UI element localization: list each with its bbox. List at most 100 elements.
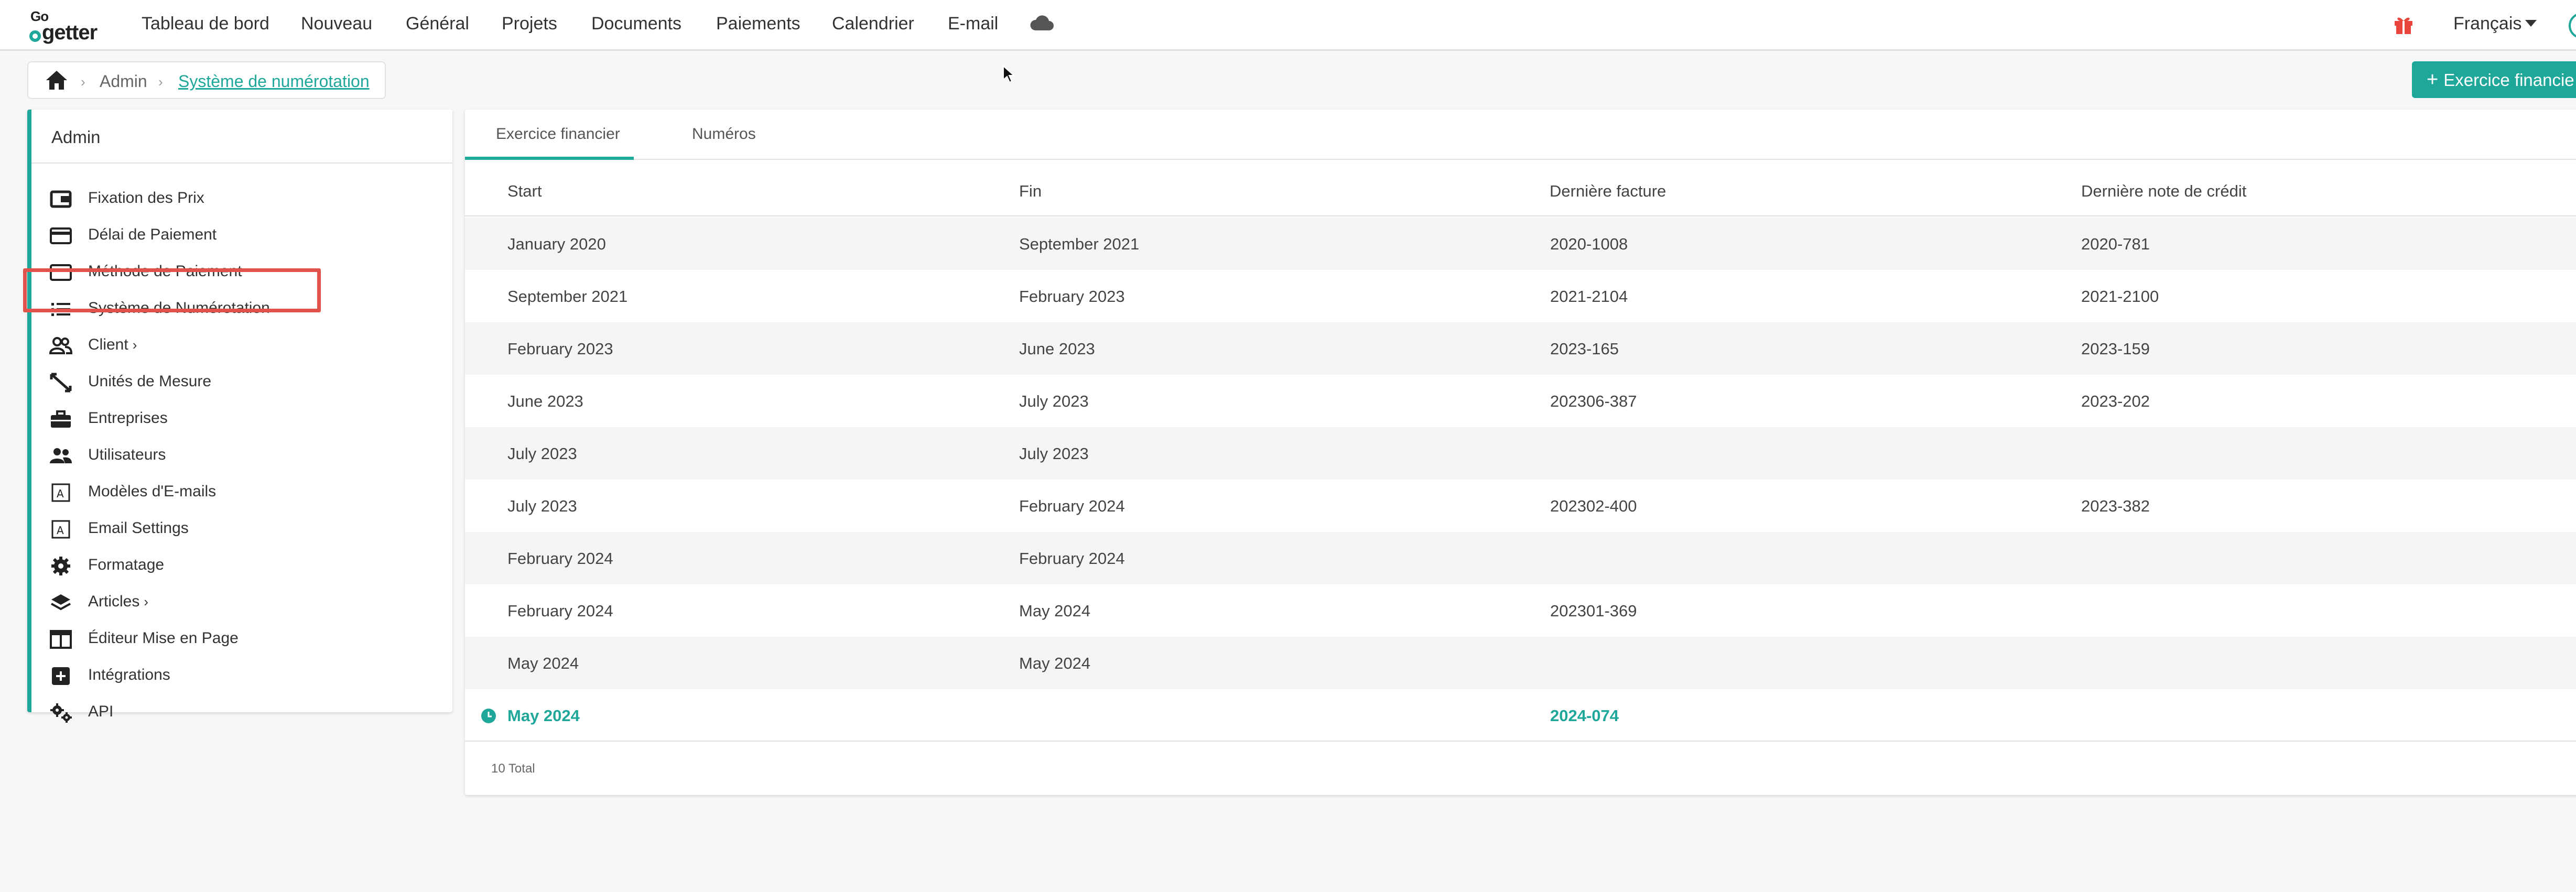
breadcrumb-current[interactable]: Système de numérotation — [178, 72, 370, 91]
table-row[interactable]: September 2021 February 2023 2021-2104 2… — [465, 270, 2576, 322]
tab-fiscal-year[interactable]: Exercice financier — [496, 125, 620, 143]
nav-calendar[interactable]: Calendrier — [832, 14, 914, 34]
wallet-icon — [49, 189, 72, 210]
table-row[interactable]: May 2024 May 2024 — [465, 637, 2576, 689]
sidebar-item-payment-terms[interactable]: Délai de Paiement — [31, 217, 452, 254]
table-header: Start Fin Dernière facture Dernière note… — [465, 160, 2576, 216]
tab-bar: Exercice financier Numéros — [465, 110, 2576, 160]
plus-icon: + — [2427, 69, 2439, 91]
cloud-icon[interactable] — [1029, 14, 1054, 35]
breadcrumb-admin[interactable]: Admin — [100, 72, 147, 91]
chevron-right-icon: › — [144, 594, 149, 610]
sidebar-item-label: Articles › — [88, 593, 148, 611]
svg-text:A: A — [57, 524, 64, 537]
cell-end: July 2023 — [1019, 444, 1089, 463]
cell-end: February 2023 — [1019, 287, 1125, 306]
sidebar-item-companies[interactable]: Entreprises — [31, 400, 452, 437]
gogetter-logo[interactable]: Go getter — [28, 8, 107, 44]
column-header-start[interactable]: Start — [507, 182, 542, 201]
gears-icon — [49, 702, 72, 723]
sidebar-item-articles-text: Articles — [88, 593, 140, 610]
table-row[interactable]: July 2023 February 2024 202302-400 2023-… — [465, 480, 2576, 532]
sidebar-item-pricing[interactable]: Fixation des Prix — [31, 180, 452, 217]
table-row[interactable]: July 2023 July 2023 — [465, 427, 2576, 480]
cell-end: September 2021 — [1019, 235, 1140, 253]
sidebar-item-label: Utilisateurs — [88, 446, 166, 463]
credit-card-icon — [49, 225, 72, 246]
cell-end: February 2024 — [1019, 497, 1125, 515]
cell-start: May 2024 — [507, 706, 580, 725]
credit-card-icon — [49, 262, 72, 283]
home-icon[interactable] — [45, 70, 68, 93]
sidebar-item-numbering-system[interactable]: Système de Numérotation — [31, 290, 452, 327]
sidebar-item-integrations[interactable]: Intégrations — [31, 657, 452, 694]
group-icon — [49, 445, 72, 466]
add-fiscal-year-label: Exercice financie — [2443, 70, 2574, 90]
nav-new[interactable]: Nouveau — [301, 14, 372, 34]
nav-dashboard[interactable]: Tableau de bord — [142, 14, 269, 34]
template-icon: A — [49, 519, 72, 540]
nav-documents[interactable]: Documents — [591, 14, 681, 34]
sidebar-item-label: Méthode de Paiement — [88, 263, 242, 280]
cell-start: July 2023 — [507, 444, 577, 463]
sidebar-item-email-settings[interactable]: A Email Settings — [31, 510, 452, 547]
cell-start: June 2023 — [507, 392, 583, 410]
cell-last-invoice: 202306-387 — [1550, 392, 1637, 410]
table-row[interactable]: February 2023 June 2023 2023-165 2023-15… — [465, 322, 2576, 375]
users-icon — [49, 335, 73, 356]
sidebar-item-articles[interactable]: Articles › — [31, 584, 452, 621]
gift-icon[interactable] — [2393, 14, 2415, 38]
nav-projects[interactable]: Projets — [502, 14, 557, 34]
cell-last-invoice: 2020-1008 — [1550, 235, 1628, 253]
mouse-cursor-icon — [1002, 64, 1016, 86]
sidebar-item-payment-method[interactable]: Méthode de Paiement — [31, 254, 452, 290]
sidebar-item-client[interactable]: Client › — [31, 327, 452, 364]
cell-start: February 2024 — [507, 602, 613, 620]
sidebar-item-units[interactable]: Unités de Mesure — [31, 364, 452, 400]
nav-payments[interactable]: Paiements — [716, 14, 800, 34]
sidebar-item-layout-editor[interactable]: Éditeur Mise en Page — [31, 621, 452, 657]
template-icon: A — [49, 482, 72, 503]
avatar[interactable] — [2569, 13, 2576, 39]
cell-last-invoice: 202301-369 — [1550, 602, 1637, 620]
column-header-end[interactable]: Fin — [1019, 182, 1042, 201]
main-panel: Exercice financier Numéros Start Fin Der… — [465, 110, 2576, 795]
column-header-last-credit-note[interactable]: Dernière note de crédit — [2081, 182, 2246, 201]
plus-square-icon — [49, 666, 72, 687]
cell-last-credit-note: 2020-781 — [2081, 235, 2150, 253]
table-row[interactable]: February 2024 February 2024 — [465, 532, 2576, 584]
sidebar-item-label: Formatage — [88, 556, 165, 573]
chevron-right-icon: › — [132, 337, 137, 353]
sidebar-item-client-text: Client — [88, 336, 128, 353]
sidebar-item-label: API — [88, 703, 114, 720]
cell-last-credit-note: 2023-159 — [2081, 340, 2150, 358]
sidebar-item-formatting[interactable]: Formatage — [31, 547, 452, 584]
sidebar-item-api[interactable]: API — [31, 694, 452, 731]
sidebar-item-label: Éditeur Mise en Page — [88, 629, 239, 647]
cell-last-credit-note: 2023-382 — [2081, 497, 2150, 515]
breadcrumb-separator-icon: › — [158, 74, 163, 90]
gear-icon — [49, 556, 72, 576]
cell-last-invoice: 2024-074 — [1550, 706, 1619, 725]
table-row[interactable]: February 2024 May 2024 202301-369 — [465, 584, 2576, 637]
column-header-last-invoice[interactable]: Dernière facture — [1550, 182, 1666, 201]
layout-icon — [49, 629, 72, 650]
nav-general[interactable]: Général — [406, 14, 469, 34]
cell-last-credit-note: 2023-202 — [2081, 392, 2150, 410]
tab-numbers[interactable]: Numéros — [692, 125, 756, 143]
nav-email[interactable]: E-mail — [948, 14, 998, 34]
cell-start: July 2023 — [507, 497, 577, 515]
language-selector[interactable]: Français — [2453, 14, 2521, 34]
table-row[interactable]: January 2020 September 2021 2020-1008 20… — [465, 217, 2576, 270]
cell-start: February 2023 — [507, 340, 613, 358]
table-row-current[interactable]: May 2024 2024-074 — [465, 689, 2576, 742]
add-fiscal-year-button[interactable]: + Exercice financie — [2412, 61, 2576, 98]
sidebar-item-email-templates[interactable]: A Modèles d'E-mails — [31, 474, 452, 510]
sidebar-item-users[interactable]: Utilisateurs — [31, 437, 452, 474]
sidebar-item-label: Email Settings — [88, 519, 189, 537]
cell-start: May 2024 — [507, 654, 579, 672]
table-row[interactable]: June 2023 July 2023 202306-387 2023-202 — [465, 375, 2576, 427]
cell-end: July 2023 — [1019, 392, 1089, 410]
sidebar-item-label: Intégrations — [88, 666, 170, 683]
layers-icon — [49, 592, 72, 613]
